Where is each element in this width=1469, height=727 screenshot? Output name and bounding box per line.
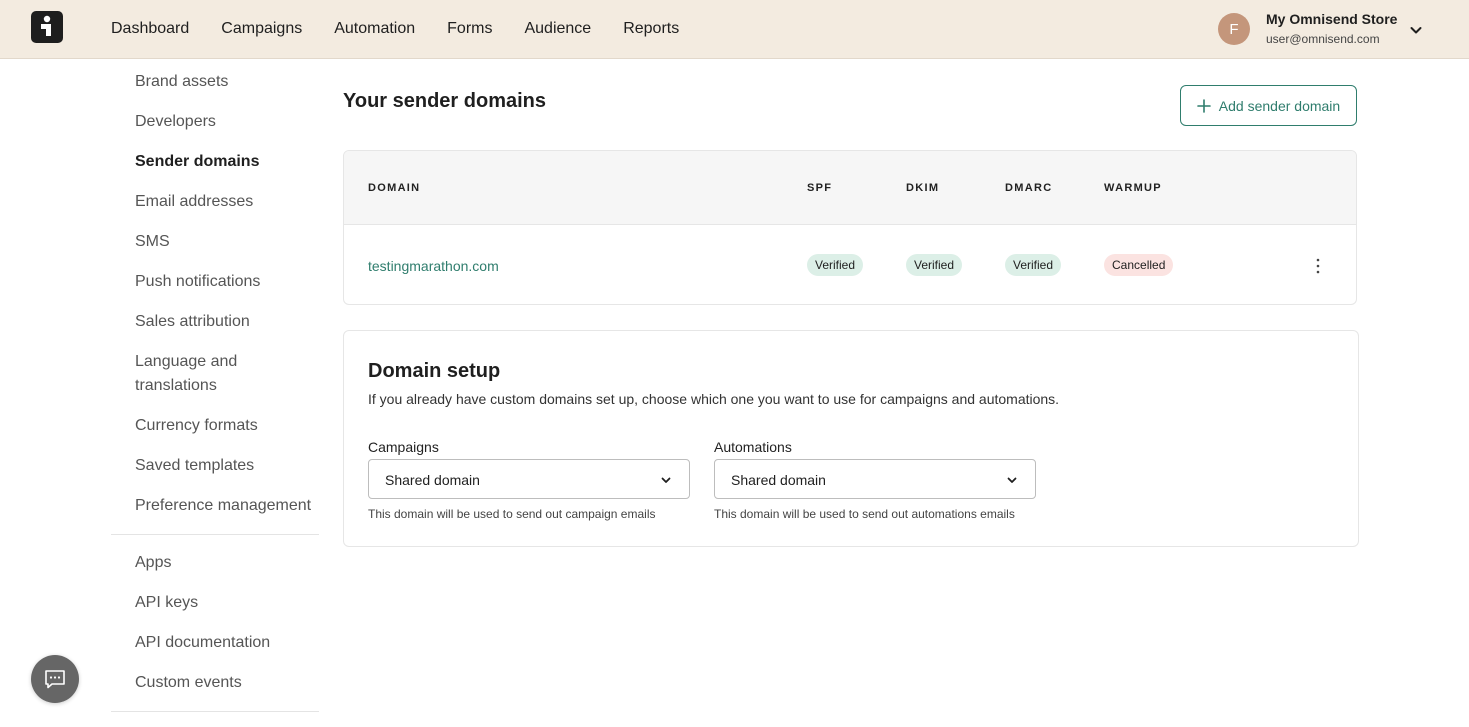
sidebar-item-push-notifications[interactable]: Push notifications bbox=[135, 270, 260, 294]
column-header-domain: DOMAIN bbox=[368, 182, 421, 194]
account-email: user@omnisend.com bbox=[1266, 32, 1380, 46]
sidebar-item-email-addresses[interactable]: Email addresses bbox=[135, 190, 253, 214]
sidebar-item-sender-domains[interactable]: Sender domains bbox=[135, 150, 259, 174]
omnisend-logo-icon[interactable] bbox=[31, 11, 63, 43]
automations-domain-select[interactable]: Shared domain bbox=[714, 459, 1036, 499]
top-navigation-bar: Dashboard Campaigns Automation Forms Aud… bbox=[0, 0, 1469, 59]
automations-hint: This domain will be used to send out aut… bbox=[714, 507, 1015, 521]
add-sender-domain-label: Add sender domain bbox=[1218, 97, 1341, 114]
chevron-down-icon bbox=[659, 473, 673, 487]
dkim-status-badge: Verified bbox=[906, 254, 963, 276]
column-header-warmup: WARMUP bbox=[1104, 182, 1162, 194]
sidebar-divider bbox=[111, 534, 319, 535]
campaigns-domain-select[interactable]: Shared domain bbox=[368, 459, 690, 499]
nav-automation[interactable]: Automation bbox=[334, 0, 415, 58]
sidebar-item-sales-attribution[interactable]: Sales attribution bbox=[135, 310, 250, 334]
domain-setup-description: If you already have custom domains set u… bbox=[368, 391, 1060, 407]
column-header-spf: SPF bbox=[807, 182, 833, 194]
sidebar-item-api-documentation[interactable]: API documentation bbox=[135, 631, 270, 655]
sidebar-item-language-translations[interactable]: Language and translations bbox=[135, 350, 305, 398]
nav-audience[interactable]: Audience bbox=[524, 0, 591, 58]
sidebar-item-developers[interactable]: Developers bbox=[135, 110, 216, 134]
sidebar-item-api-keys[interactable]: API keys bbox=[135, 591, 198, 615]
plus-icon bbox=[1196, 98, 1211, 113]
dmarc-status-badge: Verified bbox=[1005, 254, 1062, 276]
sidebar-item-preference-management[interactable]: Preference management bbox=[135, 494, 311, 518]
column-header-dkim: DKIM bbox=[906, 182, 940, 194]
campaigns-label: Campaigns bbox=[368, 439, 439, 455]
campaigns-domain-value: Shared domain bbox=[385, 472, 480, 488]
sidebar-divider bbox=[111, 711, 319, 712]
nav-dashboard[interactable]: Dashboard bbox=[111, 0, 189, 58]
store-name: My Omnisend Store bbox=[1266, 11, 1398, 27]
kebab-menu-icon[interactable] bbox=[1308, 256, 1328, 276]
add-sender-domain-button[interactable]: Add sender domain bbox=[1180, 85, 1357, 126]
column-header-dmarc: DMARC bbox=[1005, 182, 1053, 194]
main-nav: Dashboard Campaigns Automation Forms Aud… bbox=[111, 0, 711, 58]
sidebar-item-custom-events[interactable]: Custom events bbox=[135, 671, 242, 695]
table-row: testingmarathon.com Verified Verified Ve… bbox=[344, 226, 1356, 304]
sidebar-item-sms[interactable]: SMS bbox=[135, 230, 170, 254]
domain-setup-title: Domain setup bbox=[368, 360, 501, 382]
nav-campaigns[interactable]: Campaigns bbox=[221, 0, 302, 58]
warmup-status-badge: Cancelled bbox=[1104, 254, 1174, 276]
automations-label: Automations bbox=[714, 439, 792, 455]
automations-domain-value: Shared domain bbox=[731, 472, 826, 488]
domain-link[interactable]: testingmarathon.com bbox=[368, 257, 499, 275]
domain-setup-card: Domain setup If you already have custom … bbox=[343, 330, 1359, 547]
sidebar-item-apps[interactable]: Apps bbox=[135, 551, 171, 575]
sender-domains-table: DOMAIN SPF DKIM DMARC WARMUP testingmara… bbox=[343, 150, 1357, 305]
account-menu[interactable]: F My Omnisend Store user@omnisend.com bbox=[1218, 11, 1422, 47]
sidebar-item-currency-formats[interactable]: Currency formats bbox=[135, 414, 258, 438]
avatar: F bbox=[1218, 13, 1250, 45]
chat-bubble-icon[interactable] bbox=[31, 655, 79, 703]
chevron-down-icon[interactable] bbox=[1408, 22, 1424, 38]
table-header: DOMAIN SPF DKIM DMARC WARMUP bbox=[344, 151, 1356, 225]
account-info: My Omnisend Store user@omnisend.com bbox=[1266, 11, 1401, 47]
page-title: Your sender domains bbox=[343, 90, 547, 112]
sidebar-item-saved-templates[interactable]: Saved templates bbox=[135, 454, 254, 478]
sidebar-item-brand-assets[interactable]: Brand assets bbox=[135, 70, 228, 94]
chevron-down-icon bbox=[1005, 473, 1019, 487]
spf-status-badge: Verified bbox=[807, 254, 864, 276]
nav-reports[interactable]: Reports bbox=[623, 0, 679, 58]
campaigns-hint: This domain will be used to send out cam… bbox=[368, 507, 656, 521]
nav-forms[interactable]: Forms bbox=[447, 0, 492, 58]
